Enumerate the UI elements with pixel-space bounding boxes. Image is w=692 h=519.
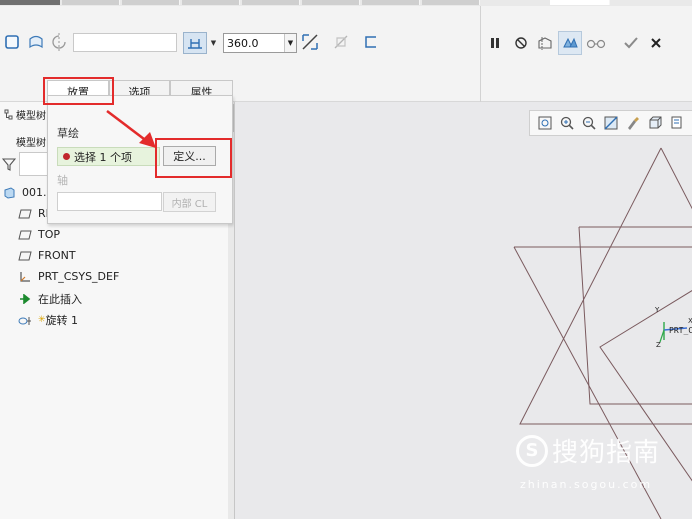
sogou-logo-icon: S bbox=[516, 434, 548, 467]
pause-button[interactable] bbox=[484, 32, 506, 54]
dropdown-arrow-icon: ▼ bbox=[287, 39, 294, 47]
datum-plane-icon bbox=[18, 250, 32, 262]
variable-angle-icon bbox=[188, 39, 202, 49]
no-preview-icon bbox=[515, 37, 527, 49]
geometry-edge bbox=[660, 147, 692, 210]
csys-axis-z-label: Z bbox=[656, 341, 661, 349]
surface-icon bbox=[29, 35, 43, 49]
filter-icon[interactable] bbox=[2, 157, 16, 171]
tree-item-label: 在此插入 bbox=[38, 293, 82, 306]
angle-value-dropdown[interactable]: ▼ bbox=[284, 34, 296, 52]
pause-icon bbox=[491, 38, 499, 48]
thicken-sketch-icon bbox=[365, 36, 376, 48]
surface-toggle-button[interactable] bbox=[25, 31, 47, 53]
feature-preview-icon bbox=[563, 37, 578, 48]
checkmark-icon bbox=[624, 37, 638, 49]
flip-angle-button[interactable] bbox=[299, 31, 321, 53]
cancel-button[interactable] bbox=[645, 32, 667, 54]
dashboard-separator bbox=[480, 6, 481, 102]
geometry-edge bbox=[578, 226, 692, 405]
geometry-triangle-a bbox=[519, 147, 692, 425]
tree-item-label: FRONT bbox=[38, 249, 76, 262]
feature-preview-button[interactable] bbox=[558, 31, 582, 55]
angle-type-button[interactable] bbox=[183, 32, 207, 54]
model-tree-subtitle: 模型树 bbox=[16, 138, 46, 149]
geometry-preview-button[interactable] bbox=[534, 32, 556, 54]
csys-icon bbox=[18, 271, 32, 283]
tree-item-label: TOP bbox=[38, 228, 61, 241]
tree-item-csys[interactable]: PRT_CSYS_DEF bbox=[18, 270, 119, 283]
angle-type-dropdown[interactable]: ▼ bbox=[208, 32, 219, 54]
new-feature-marker-icon: ✳ bbox=[38, 315, 46, 325]
define-button[interactable]: 定义... bbox=[163, 146, 216, 166]
verify-button[interactable] bbox=[585, 32, 607, 54]
csys-axis-y-label: Y bbox=[654, 306, 660, 314]
internal-cl-button[interactable]: 内部 CL bbox=[163, 192, 216, 212]
tree-item-revolve[interactable]: ✳ 旋转 1 bbox=[18, 312, 78, 328]
sogou-watermark: S 搜狗指南 bbox=[516, 432, 660, 469]
top-strip-segment bbox=[242, 0, 300, 5]
tree-item-top-plane[interactable]: TOP bbox=[18, 228, 60, 241]
axis-collector[interactable] bbox=[57, 192, 162, 211]
top-strip-dark-segment bbox=[0, 0, 60, 5]
no-preview-button[interactable] bbox=[510, 32, 532, 54]
top-strip-segment bbox=[550, 0, 610, 5]
top-strip-segment bbox=[362, 0, 420, 5]
confirm-button[interactable] bbox=[620, 32, 642, 54]
top-strip-segment bbox=[302, 0, 360, 5]
csys-triad: Y X Z PRT_C bbox=[654, 306, 692, 349]
dropdown-arrow-icon: ▼ bbox=[210, 39, 217, 47]
tree-item-label: PRT_CSYS_DEF bbox=[38, 270, 120, 283]
model-tree-title: 模型树 bbox=[16, 111, 46, 122]
datum-plane-icon bbox=[18, 229, 32, 241]
top-strip-segment bbox=[182, 0, 240, 5]
flip-direction-button[interactable] bbox=[48, 31, 70, 53]
tree-item-insert-here[interactable]: 在此插入 bbox=[18, 291, 82, 307]
watermark-url: zhinan.sogou.com bbox=[520, 478, 653, 491]
tree-item-part[interactable]: 001.P bbox=[2, 186, 53, 199]
top-strip-segment bbox=[122, 0, 180, 5]
watermark-text: 搜狗指南 bbox=[552, 438, 661, 468]
insert-here-arrow-icon bbox=[18, 293, 32, 305]
profile-name-input[interactable] bbox=[73, 33, 177, 52]
thicken-button[interactable] bbox=[360, 31, 382, 53]
annotation-arrow-icon bbox=[106, 110, 156, 148]
datum-plane-icon bbox=[18, 208, 32, 220]
glasses-icon bbox=[586, 39, 606, 49]
model-tree-header: 模型树 bbox=[4, 107, 46, 122]
flip-arrows-icon bbox=[302, 34, 318, 50]
tree-item-front-plane[interactable]: FRONT bbox=[18, 249, 76, 262]
part-icon bbox=[2, 186, 16, 199]
solid-toggle-button[interactable] bbox=[1, 31, 23, 53]
top-strip-segment bbox=[62, 0, 120, 5]
csys-axis-x-label: X bbox=[688, 317, 692, 325]
tree-item-right-plane[interactable]: RI bbox=[18, 207, 49, 220]
angle-value-field[interactable]: 360.0 ▼ bbox=[223, 33, 297, 53]
csys-name-label: PRT_C bbox=[669, 326, 692, 335]
top-strip-segment bbox=[422, 0, 480, 5]
axis-section-label: 轴 bbox=[57, 174, 68, 187]
sketch-section-label: 草绘 bbox=[57, 127, 79, 140]
remove-material-button[interactable] bbox=[330, 31, 352, 53]
remove-material-icon bbox=[334, 35, 348, 49]
required-dot-icon bbox=[63, 153, 70, 160]
solid-icon bbox=[5, 35, 19, 49]
angle-value-text: 360.0 bbox=[227, 36, 259, 50]
tree-item-label: 旋转 1 bbox=[45, 314, 79, 327]
rotate-direction-icon bbox=[52, 33, 66, 51]
revolve-dashboard: ▼ 360.0 ▼ 放置 选项 属性 bbox=[0, 6, 692, 102]
revolve-icon bbox=[18, 314, 32, 326]
model-tree-icon bbox=[4, 109, 13, 119]
geometry-preview-icon bbox=[538, 37, 552, 50]
close-icon bbox=[651, 38, 661, 48]
